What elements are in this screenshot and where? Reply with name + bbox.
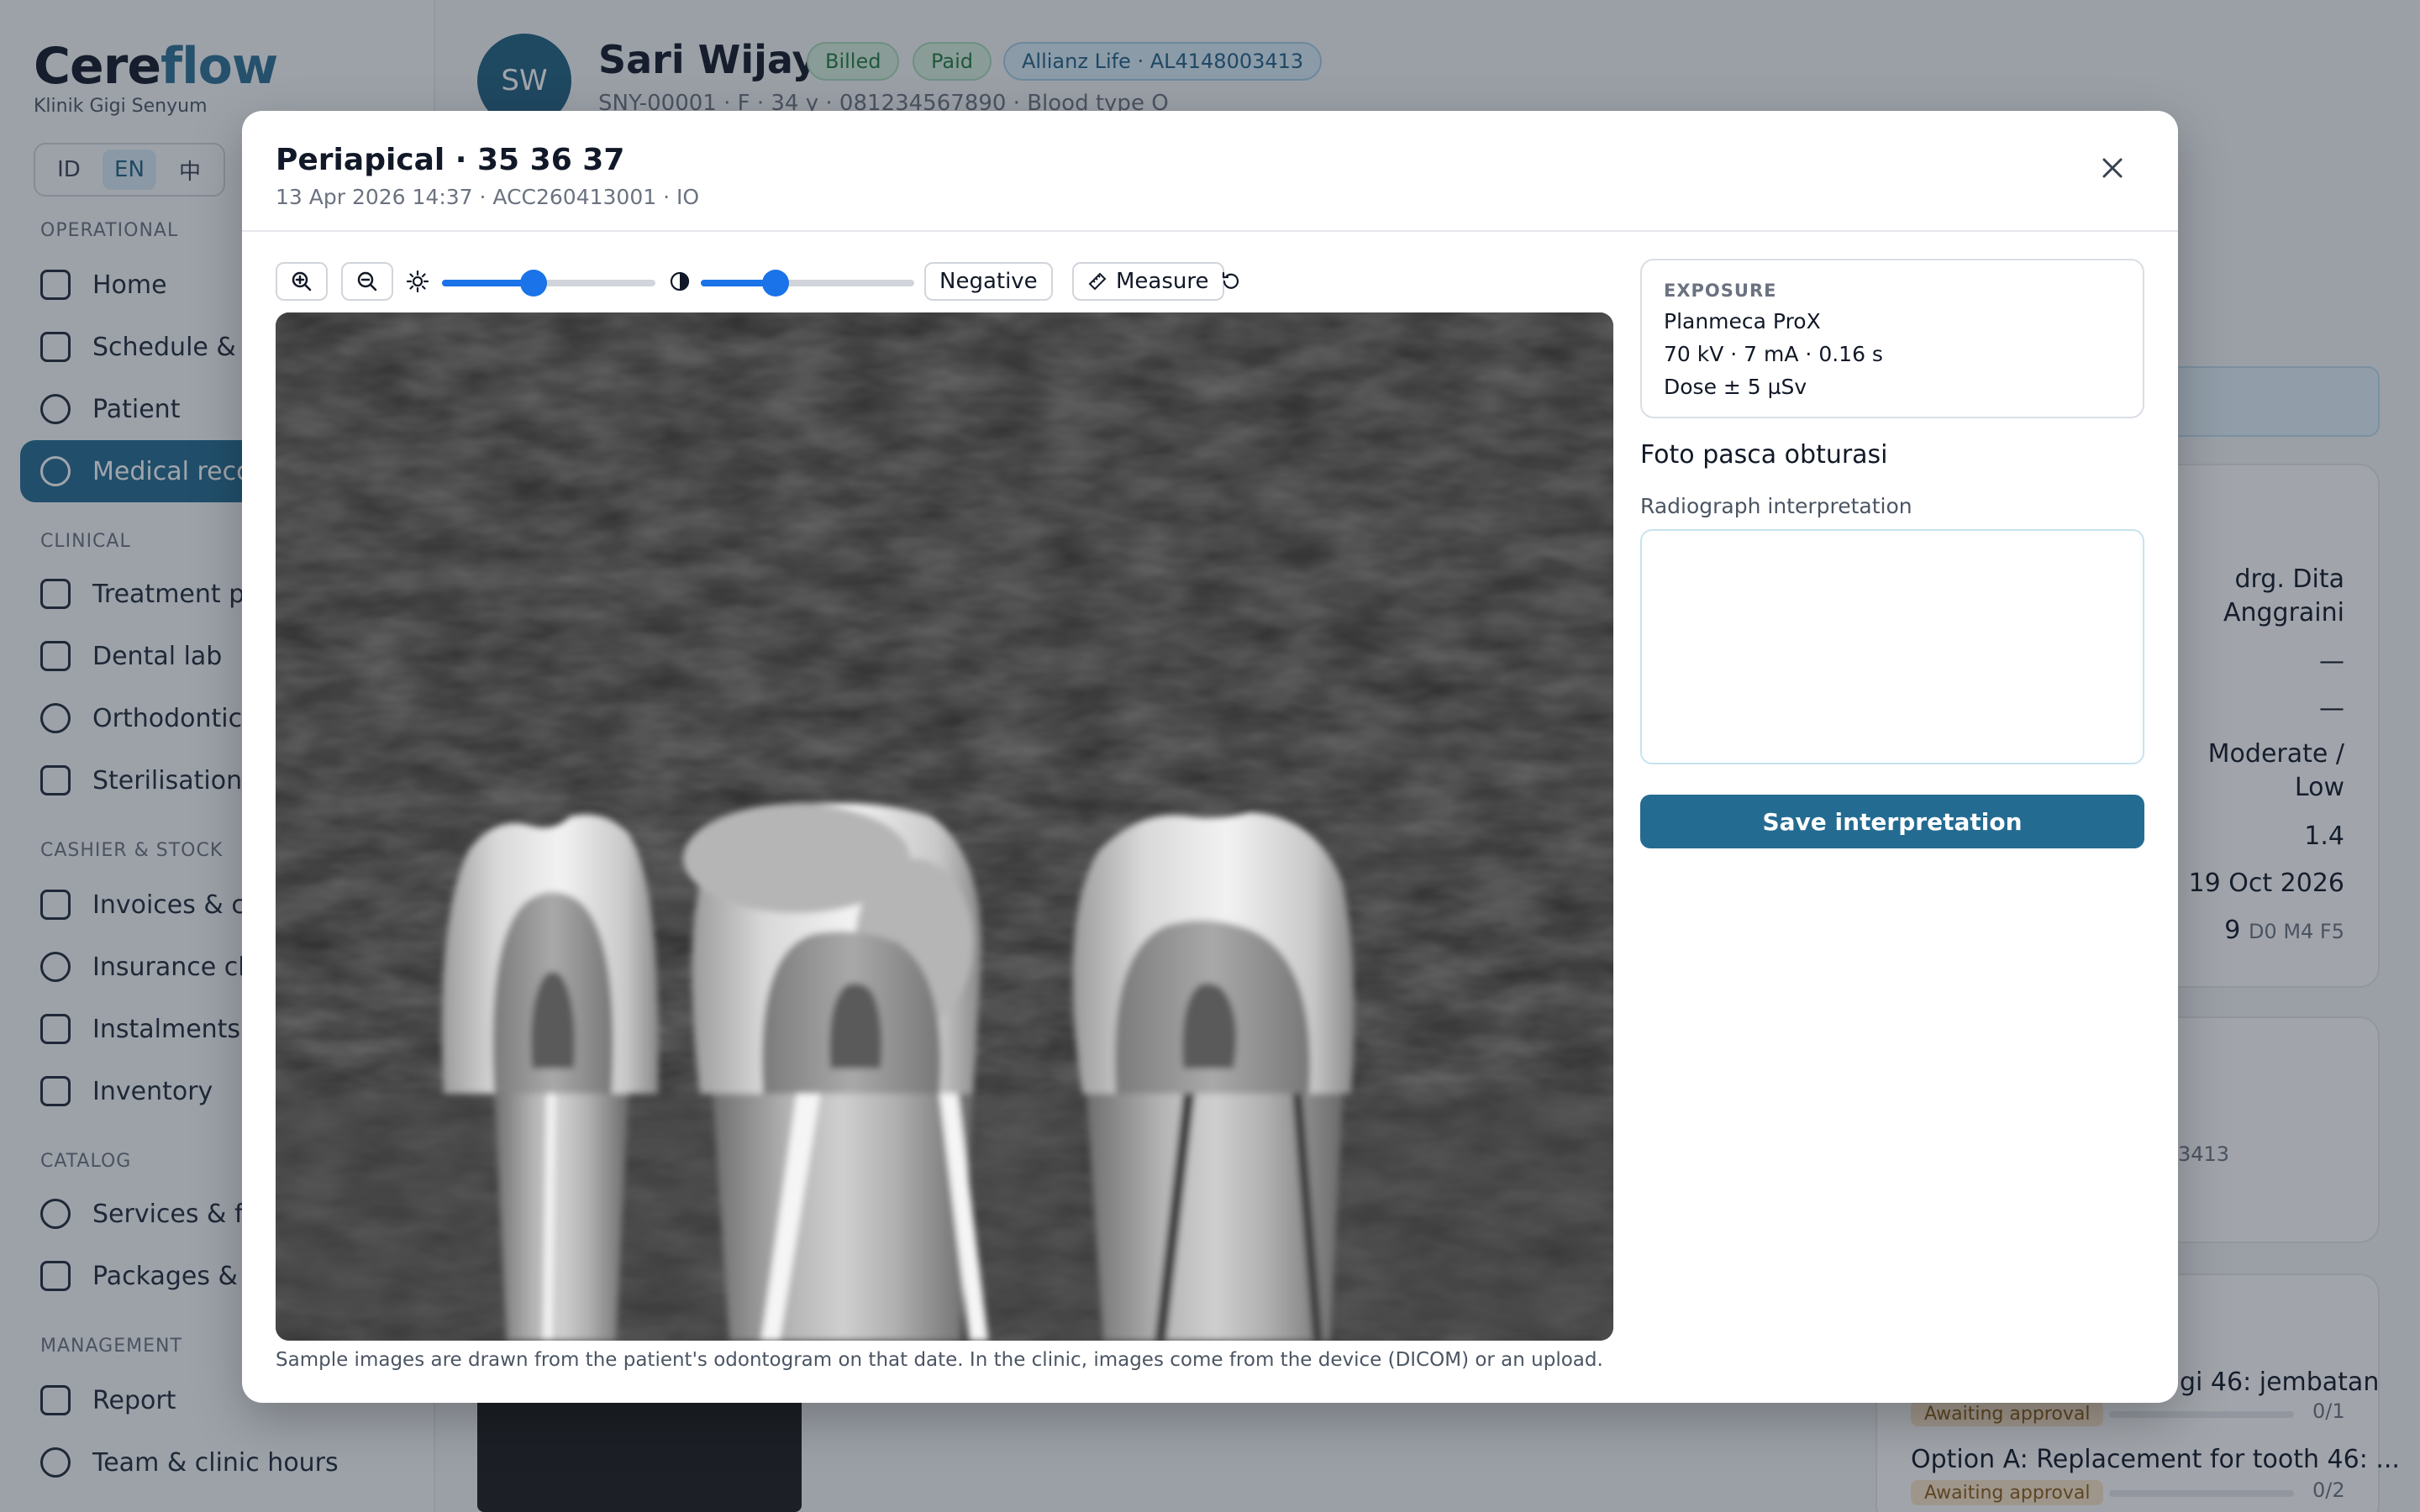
exposure-dose: Dose ± 5 µSv — [1664, 375, 1807, 399]
contrast-slider[interactable] — [701, 270, 914, 297]
zoom-out-button[interactable] — [341, 262, 393, 301]
exposure-label: EXPOSURE — [1664, 281, 1777, 301]
modal-title: Periapical · 35 36 37 — [276, 143, 625, 177]
radiograph-viewer[interactable] — [276, 312, 1613, 1341]
close-icon — [2102, 158, 2123, 178]
brightness-icon — [403, 267, 432, 296]
periapical-radiograph-image — [276, 312, 1613, 1341]
reset-button[interactable] — [1217, 267, 1245, 296]
photo-note: Foto pasca obturasi — [1640, 440, 1888, 470]
interpretation-textarea[interactable] — [1640, 529, 2144, 764]
viewer-caption: Sample images are drawn from the patient… — [276, 1349, 1603, 1371]
ruler-icon — [1088, 272, 1107, 291]
save-interpretation-button[interactable]: Save interpretation — [1640, 795, 2144, 848]
brightness-slider[interactable] — [442, 270, 655, 297]
close-button[interactable] — [2089, 144, 2136, 192]
rotate-reset-icon — [1222, 271, 1239, 289]
zoom-in-icon — [292, 271, 312, 291]
radiograph-modal: Periapical · 35 36 37 13 Apr 2026 14:37 … — [242, 111, 2178, 1403]
modal-subtitle: 13 Apr 2026 14:37 · ACC260413001 · IO — [276, 185, 700, 209]
negative-button[interactable]: Negative — [924, 262, 1053, 301]
viewer-toolbar: Negative Measure — [276, 259, 1613, 304]
modal-header: Periapical · 35 36 37 13 Apr 2026 14:37 … — [242, 111, 2178, 232]
measure-button[interactable]: Measure — [1072, 262, 1224, 301]
brightness-slider-thumb[interactable] — [520, 270, 548, 297]
interpretation-label: Radiograph interpretation — [1640, 494, 1912, 518]
exposure-device: Planmeca ProX — [1664, 309, 1821, 333]
exposure-card: EXPOSURE Planmeca ProX 70 kV · 7 mA · 0.… — [1640, 259, 2144, 418]
zoom-out-icon — [357, 271, 377, 291]
measure-label: Measure — [1116, 269, 1209, 294]
contrast-icon — [666, 267, 694, 296]
zoom-in-button[interactable] — [276, 262, 328, 301]
contrast-slider-thumb[interactable] — [761, 270, 789, 297]
exposure-settings: 70 kV · 7 mA · 0.16 s — [1664, 342, 1883, 366]
